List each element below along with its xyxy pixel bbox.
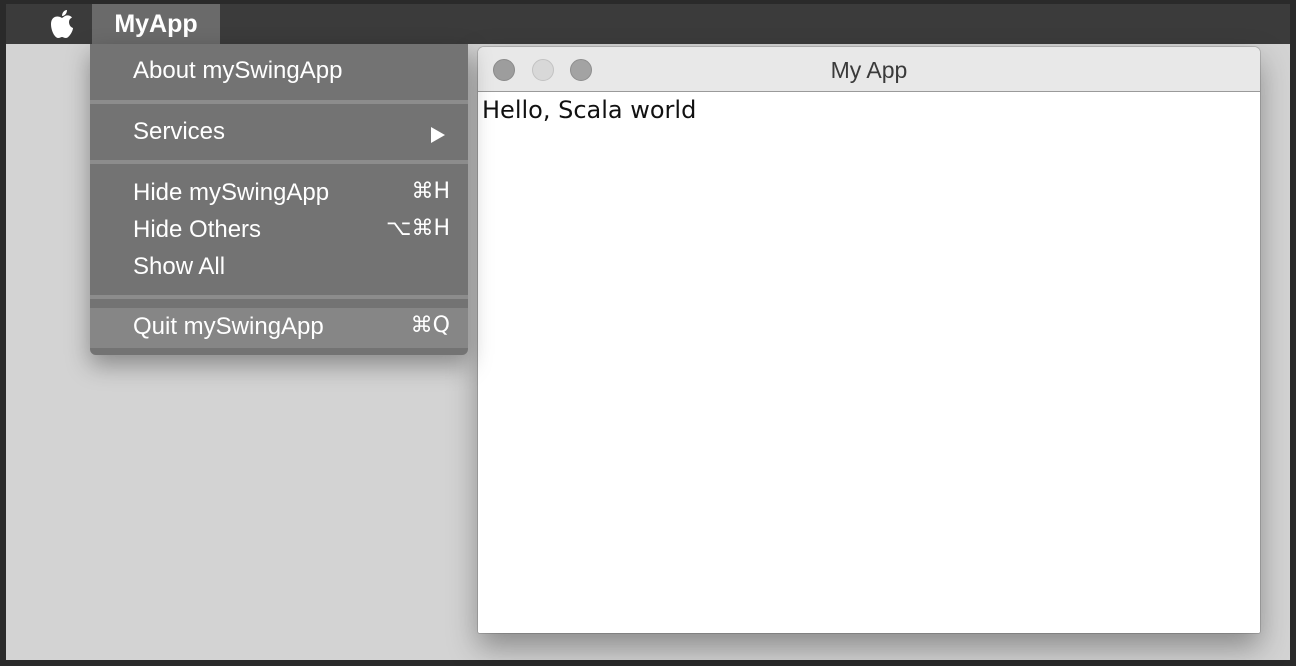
menu-item-quit[interactable]: Quit mySwingApp ⌘Q: [90, 308, 468, 348]
app-menu-dropdown: About mySwingApp Services Hide mySwingAp…: [90, 44, 468, 355]
menu-separator: [90, 100, 468, 104]
submenu-arrow-icon: [430, 123, 446, 151]
shortcut-label: ⌘Q: [410, 313, 450, 338]
apple-icon[interactable]: [44, 6, 80, 42]
menu-item-services[interactable]: Services: [90, 113, 468, 149]
menu-item-label: Hide Others: [133, 216, 262, 243]
app-window: My App Hello, Scala world: [478, 47, 1260, 633]
window-titlebar[interactable]: My App: [478, 47, 1260, 92]
menu-item-show-all[interactable]: Show All: [90, 248, 468, 284]
hello-label: Hello, Scala world: [482, 96, 697, 124]
menu-item-about[interactable]: About mySwingApp: [90, 52, 468, 88]
shortcut-label: ⌥⌘H: [386, 216, 450, 241]
window-content: Hello, Scala world: [478, 92, 1260, 633]
menu-bar: MyApp: [6, 4, 1290, 44]
menu-item-hide[interactable]: Hide mySwingApp ⌘H: [90, 174, 468, 210]
menu-item-hide-others[interactable]: Hide Others ⌥⌘H: [90, 211, 468, 247]
menu-item-label: Quit mySwingApp: [133, 313, 324, 340]
menu-separator: [90, 295, 468, 299]
app-menu-title[interactable]: MyApp: [92, 4, 220, 44]
window-title: My App: [830, 57, 908, 83]
menu-item-label: Show All: [133, 253, 226, 280]
menu-item-label: About mySwingApp: [133, 57, 343, 84]
shortcut-label: ⌘H: [411, 179, 450, 204]
menu-separator: [90, 160, 468, 164]
menu-item-label: Hide mySwingApp: [133, 179, 330, 206]
menu-item-label: Services: [133, 118, 226, 145]
